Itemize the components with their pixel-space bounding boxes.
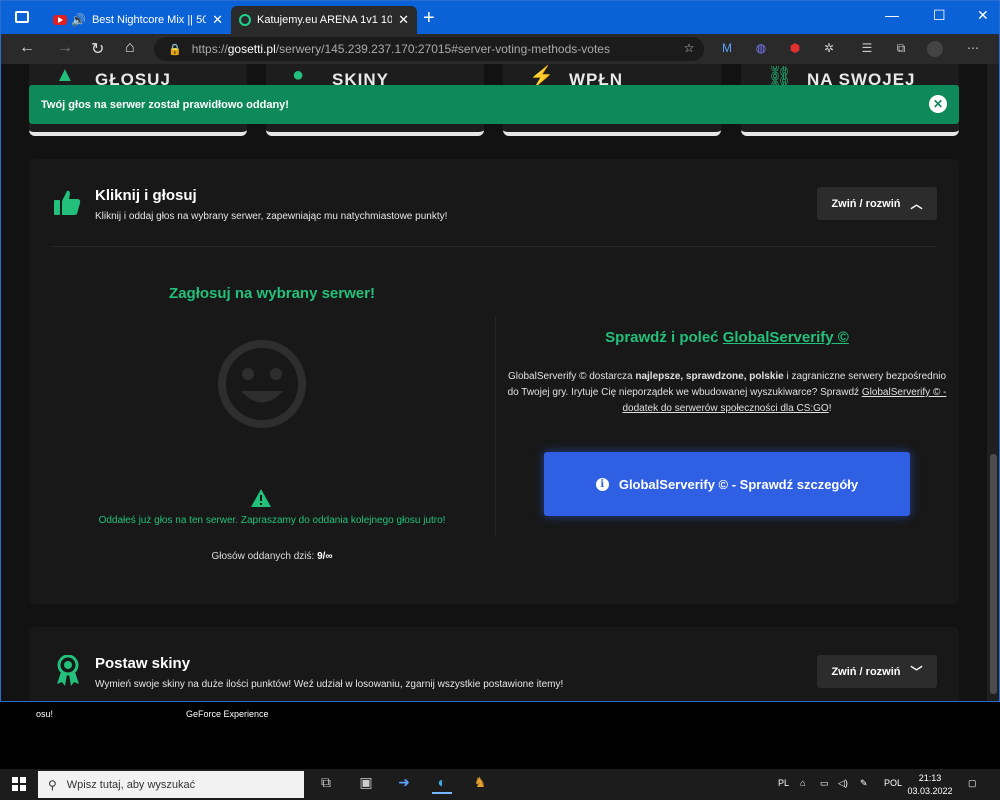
network-icon[interactable]: ▭ [820, 778, 829, 789]
taskbar-search-input[interactable]: ⚲ Wpisz tutaj, aby wyszukać [38, 771, 304, 798]
forward-icon[interactable]: → [57, 39, 73, 57]
app-arrow-icon[interactable]: ➜ [394, 774, 414, 794]
section-subtitle: Kliknij i oddaj głos na wybrany serwer, … [95, 211, 448, 222]
person-icon[interactable]: ⌂ [800, 778, 805, 788]
youtube-icon [53, 15, 67, 25]
tab-bar: 🔊 Best Nightcore Mix || 5000... ✕ Katuje… [1, 1, 999, 34]
search-placeholder: Wpisz tutaj, aby wyszukać [66, 778, 196, 791]
tab-katujemy[interactable]: Katujemy.eu ARENA 1v1 102TR ✕ [231, 6, 417, 34]
url-domain: gosetti.pl [227, 42, 276, 56]
recommend-text-bold: najlepsze, sprawdzone, polskie [635, 371, 784, 382]
tab-title: Katujemy.eu ARENA 1v1 102TR [257, 14, 393, 26]
windows-start-icon[interactable] [12, 777, 26, 791]
extensions-icon[interactable]: ✲ [821, 41, 837, 57]
toggle-label: Zwiń / rozwiń [831, 665, 901, 678]
vote-section: Kliknij i głosuj Kliknij i oddaj głos na… [29, 159, 959, 604]
thumbs-up-icon: ▲ [55, 64, 75, 86]
clock[interactable]: 21:13 03.03.2022 [905, 772, 955, 798]
edge-icon[interactable]: ◐ [432, 774, 452, 794]
vote-heading: Zagłosuj na wybrany serwer! [169, 285, 375, 302]
collapse-toggle-button[interactable]: Zwiń / rozwiń ︿ [817, 187, 937, 220]
collapse-toggle-button[interactable]: Zwiń / rozwiń ﹀ [817, 655, 937, 688]
recommend-text-part: GlobalServerify © dostarcza [507, 371, 633, 382]
toggle-label: Zwiń / rozwiń [831, 197, 901, 210]
site-favicon-icon [239, 14, 251, 26]
back-icon[interactable]: ← [19, 39, 35, 57]
language-indicator[interactable]: PL [778, 778, 789, 788]
divider [51, 246, 937, 247]
clock-time: 21:13 [918, 773, 942, 783]
favorites-icon[interactable]: ☰ [859, 41, 875, 57]
url-prefix: https:// [191, 42, 228, 56]
keyboard-layout[interactable]: POL [884, 778, 902, 788]
desktop-icon-osu[interactable]: osu! [36, 709, 53, 719]
taskbar: ⚲ Wpisz tutaj, aby wyszukać ⧉ ▣ ➜ ◐ ♞ PL… [0, 769, 1000, 800]
recommend-text-end: ! [828, 403, 832, 414]
success-alert: Twój głos na serwer został prawidłowo od… [29, 85, 959, 124]
store-icon[interactable]: ▣ [356, 774, 376, 794]
clock-date: 03.03.2022 [907, 786, 953, 796]
task-view-icon[interactable]: ⧉ [316, 774, 336, 794]
ribbon-icon: ● [292, 64, 305, 86]
address-bar: ← → ↻ ⌂ 🔒 https://gosetti.pl/serwery/145… [1, 34, 999, 64]
chevron-down-icon: ﹀ [910, 665, 923, 679]
desktop-icon-geforce[interactable]: GeForce Experience [186, 709, 269, 719]
recommend-text: GlobalServerify © dostarcza najlepsze, s… [505, 369, 949, 417]
url-path: /serwery/145.239.237.170:27015#server-vo… [275, 42, 610, 56]
close-tab-icon[interactable]: ✕ [398, 12, 409, 28]
lock-icon[interactable]: 🔒 [168, 43, 182, 56]
close-window-icon[interactable]: ✕ [977, 7, 989, 24]
section-title: Postaw skiny [95, 655, 191, 672]
csgo-icon[interactable]: ♞ [470, 774, 490, 794]
globalserverify-details-button[interactable]: i GlobalServerify © - Sprawdź szczegóły [544, 452, 910, 516]
tab-actions-icon[interactable] [15, 11, 29, 23]
vertical-divider [495, 317, 496, 537]
section-subtitle: Wymień swoje skiny na duże ilości punktó… [95, 679, 564, 690]
home-icon[interactable]: ⌂ [125, 39, 135, 57]
speaker-icon[interactable]: 🔊 [71, 13, 86, 27]
volume-icon[interactable]: ◁) [838, 778, 848, 789]
alert-message: Twój głos na serwer został prawidłowo od… [41, 98, 289, 111]
warning-icon [251, 489, 271, 507]
votes-today-value: 9/∞ [317, 551, 333, 562]
favorite-add-icon[interactable]: ☆ [681, 41, 697, 57]
votes-today-label: Głosów oddanych dziś: [211, 551, 315, 562]
pen-icon[interactable]: ✎ [860, 778, 868, 789]
close-tab-icon[interactable]: ✕ [212, 12, 223, 28]
avatar[interactable] [927, 41, 943, 57]
collections-icon[interactable]: ⧉ [893, 41, 909, 57]
info-icon: i [595, 477, 609, 491]
already-voted-text: Oddałeś już głos na ten serwer. Zaprasza… [98, 515, 446, 526]
ublock-icon[interactable]: ⬢ [787, 41, 803, 57]
maximize-icon[interactable]: ☐ [933, 7, 946, 24]
new-tab-button[interactable]: + [423, 7, 435, 30]
notifications-icon[interactable]: ▢ [968, 778, 977, 789]
page-scrollbar[interactable] [987, 64, 999, 701]
refresh-icon[interactable]: ↻ [91, 39, 104, 59]
thumbs-up-icon [54, 190, 81, 215]
recommend-heading: Sprawdź i poleć GlobalServerify © [495, 329, 959, 346]
votes-today: Głosów oddanych dziś: 9/∞ [49, 551, 495, 562]
browser-window: 🔊 Best Nightcore Mix || 5000... ✕ Katuje… [0, 0, 1000, 702]
scrollbar-thumb[interactable] [990, 454, 997, 694]
page-viewport: ▲ GŁOSUJ ● SKINY ⚡ WPŁN ⛓ NA SWOJEJ Twój… [1, 64, 987, 701]
section-title: Kliknij i głosuj [95, 187, 197, 204]
smiley-icon [218, 340, 306, 428]
tab-title: Best Nightcore Mix || 5000... [91, 14, 206, 26]
url-field[interactable]: 🔒 https://gosetti.pl/serwery/145.239.237… [154, 37, 704, 61]
button-label: GlobalServerify © - Sprawdź szczegóły [618, 476, 859, 492]
extension-m-icon[interactable]: M [719, 41, 735, 57]
ribbon-icon [57, 655, 79, 686]
skins-section: Postaw skiny Wymień swoje skiny na duże … [29, 627, 959, 701]
minimize-icon[interactable]: — [885, 7, 899, 23]
chevron-up-icon: ︿ [910, 197, 923, 211]
recommend-heading-prefix: Sprawdź i poleć [605, 329, 719, 346]
close-alert-icon[interactable]: ✕ [929, 95, 947, 113]
search-icon: ⚲ [48, 777, 57, 792]
extension-circle-icon[interactable]: ◍ [753, 41, 769, 57]
more-menu-icon[interactable]: ⋯ [965, 41, 981, 57]
tab-nightcore[interactable]: 🔊 Best Nightcore Mix || 5000... ✕ [45, 6, 231, 34]
globalserverify-heading-link[interactable]: GlobalServerify © [723, 329, 849, 346]
